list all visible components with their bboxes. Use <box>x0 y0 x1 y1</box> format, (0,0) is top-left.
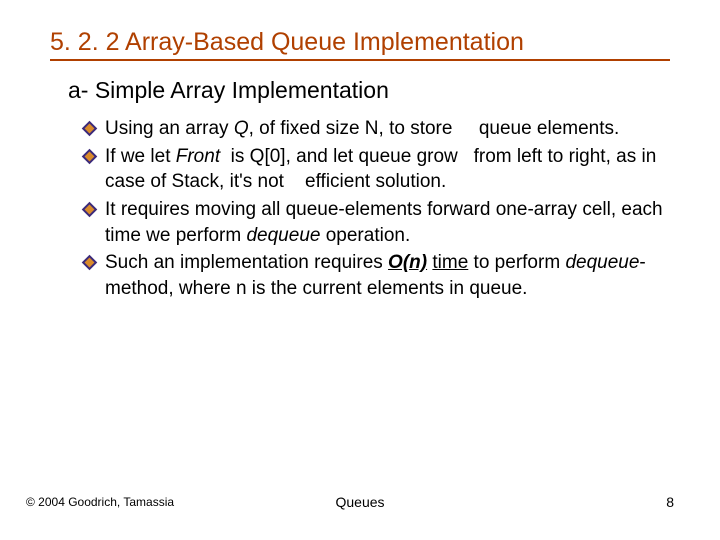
slide-subtitle: a- Simple Array Implementation <box>68 77 670 104</box>
text-bold-italic-underline: O(n) <box>388 252 427 273</box>
text-run: to perform <box>468 252 565 273</box>
list-item: Such an implementation requires O(n) tim… <box>84 250 670 301</box>
text-run: operation. <box>320 225 410 246</box>
bullet-text: Such an implementation requires O(n) tim… <box>105 250 670 301</box>
list-item: If we let Front is Q[0], and let queue g… <box>84 144 670 195</box>
bullet-icon <box>84 204 95 215</box>
bullet-icon <box>84 151 95 162</box>
text-italic: Front <box>176 146 220 167</box>
bullet-icon <box>84 123 95 134</box>
bullet-text: Using an array Q, of fixed size N, to st… <box>105 116 619 142</box>
text-run: Such an implementation requires <box>105 252 388 273</box>
bullet-text: It requires moving all queue-elements fo… <box>105 197 670 248</box>
footer-center: Queues <box>335 494 384 510</box>
text-italic: dequeue <box>246 225 320 246</box>
bullet-icon <box>84 257 95 268</box>
copyright-text: © 2004 Goodrich, Tamassia <box>26 495 174 509</box>
bullet-list: Using an array Q, of fixed size N, to st… <box>84 116 670 301</box>
text-run: Using an array <box>105 118 234 139</box>
bullet-text: If we let Front is Q[0], and let queue g… <box>105 144 670 195</box>
text-italic: Q <box>234 118 249 139</box>
list-item: Using an array Q, of fixed size N, to st… <box>84 116 670 142</box>
slide-title: 5. 2. 2 Array-Based Queue Implementation <box>50 28 670 61</box>
text-run: If we let <box>105 146 176 167</box>
list-item: It requires moving all queue-elements fo… <box>84 197 670 248</box>
text-underline: time <box>432 252 468 273</box>
text-italic: dequeue <box>565 252 639 273</box>
page-number: 8 <box>666 494 674 510</box>
text-run: , of fixed size N, to store queue elemen… <box>249 118 620 139</box>
